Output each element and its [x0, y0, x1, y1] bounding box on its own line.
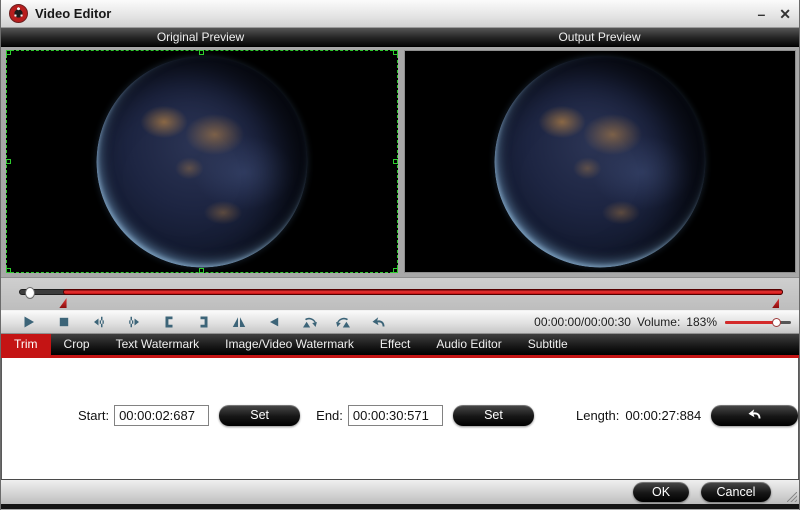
transport-toolbar: 00:00:00/00:00:30 Volume: 183% [1, 310, 799, 334]
crop-handle[interactable] [393, 268, 398, 273]
trim-panel: Start: Set End: Set Length: 00:00:27:884 [1, 358, 799, 479]
end-label: End: [316, 408, 343, 423]
volume-slider-thumb[interactable] [772, 318, 781, 327]
stop-button[interactable] [50, 312, 78, 332]
cancel-button[interactable]: Cancel [701, 482, 771, 502]
flip-horizontal-icon [231, 314, 247, 330]
close-button[interactable]: ✕ [779, 7, 791, 21]
window-title: Video Editor [35, 6, 111, 21]
length-value: 00:00:27:884 [625, 408, 701, 423]
window-bottom-edge [1, 504, 799, 509]
stop-icon [56, 314, 72, 330]
reset-button[interactable] [365, 312, 393, 332]
play-icon [21, 314, 37, 330]
video-frame-earth [495, 56, 706, 267]
resize-grip[interactable] [787, 492, 797, 502]
minimize-button[interactable]: – [757, 7, 765, 21]
crop-handle[interactable] [6, 268, 11, 273]
tab-crop[interactable]: Crop [51, 334, 103, 355]
volume-slider[interactable] [725, 316, 791, 328]
rotate-right-button[interactable] [330, 312, 358, 332]
volume-label: Volume: [637, 315, 680, 329]
trim-start-button[interactable] [155, 312, 183, 332]
rotate-left-button[interactable] [295, 312, 323, 332]
original-preview-label: Original Preview [1, 28, 400, 46]
crop-handle[interactable] [393, 159, 398, 164]
trim-start-bracket-icon [161, 314, 177, 330]
tab-subtitle[interactable]: Subtitle [515, 334, 581, 355]
volume-fill [725, 321, 776, 324]
output-preview-label: Output Preview [400, 28, 799, 46]
original-preview-pane [6, 50, 398, 273]
flip-vertical-icon [266, 314, 282, 330]
seek-thumb[interactable] [25, 287, 35, 299]
previous-frame-button[interactable] [85, 312, 113, 332]
crop-handle[interactable] [393, 50, 398, 55]
app-icon [9, 4, 28, 23]
rotate-right-icon [336, 314, 352, 330]
next-frame-icon [126, 314, 142, 330]
tab-text-watermark[interactable]: Text Watermark [103, 334, 213, 355]
start-time-input[interactable] [114, 405, 209, 426]
reset-arrow-icon [747, 406, 763, 425]
next-frame-button[interactable] [120, 312, 148, 332]
editor-tab-bar: Trim Crop Text Watermark Image/Video Wat… [1, 334, 799, 355]
previous-frame-icon [91, 314, 107, 330]
end-time-input[interactable] [348, 405, 443, 426]
crop-handle[interactable] [199, 50, 204, 55]
tab-audio-editor[interactable]: Audio Editor [423, 334, 514, 355]
trim-reset-button[interactable] [711, 405, 798, 426]
trim-end-bracket-icon [196, 314, 212, 330]
rotate-left-icon [301, 314, 317, 330]
reset-undo-icon [371, 314, 387, 330]
crop-handle[interactable] [6, 50, 11, 55]
preview-area [1, 47, 799, 277]
flip-vertical-button[interactable] [260, 312, 288, 332]
footer-bar: OK Cancel [1, 479, 799, 504]
trim-end-button[interactable] [190, 312, 218, 332]
title-bar: Video Editor – ✕ [1, 0, 799, 28]
ok-button[interactable]: OK [633, 482, 689, 502]
tab-effect[interactable]: Effect [367, 334, 423, 355]
seek-bar[interactable] [19, 289, 783, 295]
trim-start-marker[interactable] [59, 298, 67, 308]
flip-horizontal-button[interactable] [225, 312, 253, 332]
play-button[interactable] [15, 312, 43, 332]
crop-selection[interactable] [6, 50, 398, 273]
tab-image-video-watermark[interactable]: Image/Video Watermark [212, 334, 367, 355]
crop-handle[interactable] [6, 159, 11, 164]
start-label: Start: [78, 408, 109, 423]
tab-trim[interactable]: Trim [1, 334, 51, 355]
set-end-button[interactable]: Set [453, 405, 534, 426]
seek-strip [1, 277, 799, 310]
length-label: Length: [576, 408, 619, 423]
seek-trim-range [63, 289, 783, 295]
set-start-button[interactable]: Set [219, 405, 300, 426]
time-display: 00:00:00/00:00:30 [534, 315, 631, 329]
output-preview-pane [404, 50, 796, 273]
crop-handle[interactable] [199, 268, 204, 273]
trim-end-marker[interactable] [771, 298, 779, 308]
preview-header-bar: Original Preview Output Preview [1, 28, 799, 47]
volume-value: 183% [686, 315, 717, 329]
